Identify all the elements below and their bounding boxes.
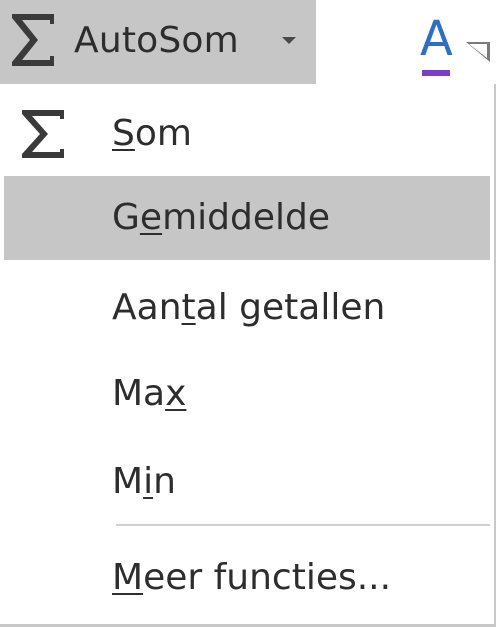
font-color-button[interactable]: A: [414, 10, 496, 84]
autosum-menu: Som Gemiddelde Aantal getallen Max Min M…: [0, 84, 496, 627]
font-color-icon: A: [420, 11, 453, 67]
font-color-swatch: [422, 70, 450, 76]
menu-item-min[interactable]: Min: [4, 440, 490, 524]
menu-item-label: Min: [112, 461, 176, 502]
menu-item-max[interactable]: Max: [4, 352, 490, 436]
menu-item-label: Max: [112, 373, 187, 414]
chevron-down-icon[interactable]: [282, 37, 296, 44]
autosum-button[interactable]: AutoSom: [0, 0, 316, 84]
menu-separator: [116, 524, 490, 526]
dropdown-arrow-icon[interactable]: [466, 40, 490, 70]
sigma-icon: [22, 110, 64, 158]
autosum-label: AutoSom: [74, 20, 239, 61]
menu-item-gemiddelde[interactable]: Gemiddelde: [4, 176, 490, 260]
menu-item-som[interactable]: Som: [4, 92, 490, 176]
menu-item-label: Meer functies...: [112, 557, 392, 598]
ribbon-strip: AutoSom A: [0, 0, 496, 84]
autosum-dropdown-screenshot: AutoSom A Som Gemiddelde Aantal getallen: [0, 0, 496, 627]
menu-item-meer-functies[interactable]: Meer functies...: [4, 536, 490, 620]
menu-item-label: Som: [112, 113, 192, 154]
menu-item-label: Gemiddelde: [112, 197, 330, 238]
menu-item-aantal-getallen[interactable]: Aantal getallen: [4, 266, 490, 350]
sigma-icon: [12, 14, 54, 66]
menu-item-label: Aantal getallen: [112, 287, 386, 328]
